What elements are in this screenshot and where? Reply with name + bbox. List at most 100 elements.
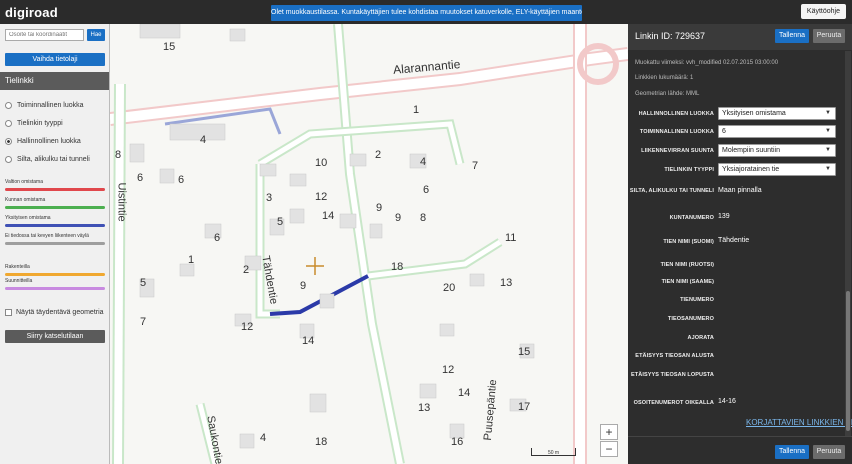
select-value: Yksiajoratainen tie: [722, 166, 780, 173]
house-number: 8: [420, 212, 427, 224]
scale-bar: 50 m: [531, 448, 576, 456]
scrollbar-thumb[interactable]: [846, 291, 850, 431]
field-label-road-name-se: Tien nimi (Saame): [661, 279, 714, 285]
house-number: 13: [418, 402, 431, 414]
field-label-road-number: Tienumero: [680, 297, 714, 303]
house-number: 7: [140, 316, 147, 328]
crosshair: [306, 257, 324, 275]
street-label: Uistintie: [115, 182, 128, 222]
legend-bar: [5, 287, 105, 290]
radio-administrative-class[interactable]: Hallinnollinen luokka: [5, 135, 81, 147]
house-number: 16: [451, 436, 464, 448]
house-number: 17: [518, 401, 531, 413]
link-type-select[interactable]: Yksiajoratainen tie ▼: [718, 163, 836, 176]
legend-state-owned: Valtion omistama: [5, 179, 105, 191]
top-bar: digiroad Olet muokkaustilassa. Kuntakäyt…: [0, 0, 852, 24]
change-layer-button[interactable]: Vaihda tietolaji: [5, 53, 105, 66]
search-button[interactable]: Hae: [87, 29, 105, 41]
field-label-lane: Ajorata: [687, 335, 714, 341]
select-value: Molempiin suuntiin: [722, 147, 780, 154]
legend-private: Yksityisen omistama: [5, 215, 105, 227]
view-mode-button[interactable]: Siirry katselutilaan: [5, 330, 105, 343]
cancel-button-bottom[interactable]: Peruuta: [813, 445, 845, 459]
road-uistintie-fill: [114, 83, 124, 464]
help-button[interactable]: Käyttöohje: [800, 4, 846, 19]
radio-button-checked[interactable]: [5, 137, 12, 145]
road-alarannantie-fill: [110, 49, 628, 124]
legend-bar: [5, 242, 105, 245]
house-number: 6: [137, 172, 144, 184]
radio-label: Tielinkin tyyppi: [17, 119, 63, 127]
checkbox[interactable]: [5, 309, 12, 316]
digiroad-logo: digiroad: [5, 5, 58, 20]
field-value-bridge-tunnel: Maan pinnalla: [718, 187, 762, 194]
house-number: 13: [500, 277, 513, 289]
house-number: 15: [518, 346, 531, 358]
house-number: 1: [413, 104, 420, 116]
house-number: 5: [277, 216, 284, 228]
zoom-out-button[interactable]: −: [600, 441, 618, 457]
complement-geometry-toggle[interactable]: Näytä täydentävä geometria: [5, 309, 104, 316]
modified-info: Muokattu viimeksi: vvh_modified 02.07.20…: [635, 60, 779, 66]
house-number: 2: [243, 264, 250, 276]
legend-under-construction: Rakenteilla: [5, 264, 105, 276]
field-label-road-part: Tieosanumero: [667, 316, 714, 322]
radio-label: Toiminnallinen luokka: [17, 101, 84, 109]
house-number: 11: [505, 232, 517, 244]
legend-bar: [5, 273, 105, 276]
cancel-button[interactable]: Peruuta: [813, 29, 845, 43]
field-label-road-name-fi: Tien nimi (Suomi): [663, 239, 714, 245]
house-number: 10: [315, 157, 328, 169]
chevron-down-icon: ▼: [825, 147, 831, 153]
traffic-direction-select[interactable]: Molempiin suuntiin ▼: [718, 144, 836, 157]
functional-class-select[interactable]: 6 ▼: [718, 125, 836, 138]
field-label-end-distance: Etäisyys tieosan lopusta: [631, 372, 714, 378]
radio-link-type[interactable]: Tielinkin tyyppi: [5, 117, 63, 129]
search-input[interactable]: [5, 29, 84, 41]
legend-municipality-owned: Kunnan omistama: [5, 197, 105, 209]
save-button[interactable]: Tallenna: [775, 29, 809, 43]
radio-functional-class[interactable]: Toiminnallinen luokka: [5, 99, 84, 111]
radio-button[interactable]: [5, 155, 12, 163]
house-number: 4: [260, 432, 267, 444]
house-number: 1: [188, 254, 195, 266]
house-number: 14: [322, 210, 335, 222]
radio-button[interactable]: [5, 119, 12, 127]
edit-mode-notice: Olet muokkaustilassa. Kuntakäyttäjien tu…: [271, 5, 582, 21]
select-value: 6: [722, 128, 726, 135]
radio-button[interactable]: [5, 101, 12, 109]
legend-label: Kunnan omistama: [5, 197, 46, 203]
house-number: 14: [458, 387, 471, 399]
legend-label: Valtion omistama: [5, 179, 43, 185]
field-value-municipality-code: 139: [718, 213, 730, 220]
house-number: 20: [443, 282, 456, 294]
chevron-down-icon: ▼: [825, 110, 831, 116]
zoom-in-button[interactable]: +: [600, 424, 618, 440]
save-button-bottom[interactable]: Tallenna: [775, 445, 809, 459]
legend-label: Rakenteilla: [5, 264, 30, 270]
map-view[interactable]: Alarannantie Uistintie Tähdentie Puusepä…: [110, 24, 628, 464]
house-number: 5: [140, 277, 147, 289]
field-value-road-name-fi: Tähdentie: [718, 237, 750, 244]
house-number: 4: [420, 156, 427, 168]
field-label-functional-class: Toiminnallinen luokka: [639, 129, 714, 135]
house-number: 4: [200, 134, 207, 146]
fix-links-list-link[interactable]: KORJATTAVIEN LINKKIEN LISTA: [746, 418, 852, 427]
house-number: 3: [266, 192, 273, 204]
field-value-address-right: 14-16: [718, 398, 736, 405]
field-label-link-type: Tielinkin tyyppi: [664, 167, 714, 173]
house-number: 12: [241, 321, 254, 333]
house-number: 6: [214, 232, 221, 244]
house-number: 15: [163, 41, 176, 53]
administrative-class-select[interactable]: Yksityisen omistama ▼: [718, 107, 836, 120]
link-details-panel: Linkin ID: 729637 Tallenna Peruuta Muoka…: [628, 24, 852, 464]
legend-label: Suunnitteilla: [5, 278, 33, 284]
house-number: 9: [376, 202, 383, 214]
panel-scrollbar[interactable]: [845, 51, 851, 436]
house-number: 9: [395, 212, 402, 224]
checkbox-label: Näytä täydentävä geometria: [16, 309, 104, 316]
radio-bridge-tunnel[interactable]: Silta, alikulku tai tunneli: [5, 153, 90, 165]
legend-bar: [5, 224, 105, 227]
house-number: 2: [375, 149, 382, 161]
house-number: 12: [442, 364, 455, 376]
